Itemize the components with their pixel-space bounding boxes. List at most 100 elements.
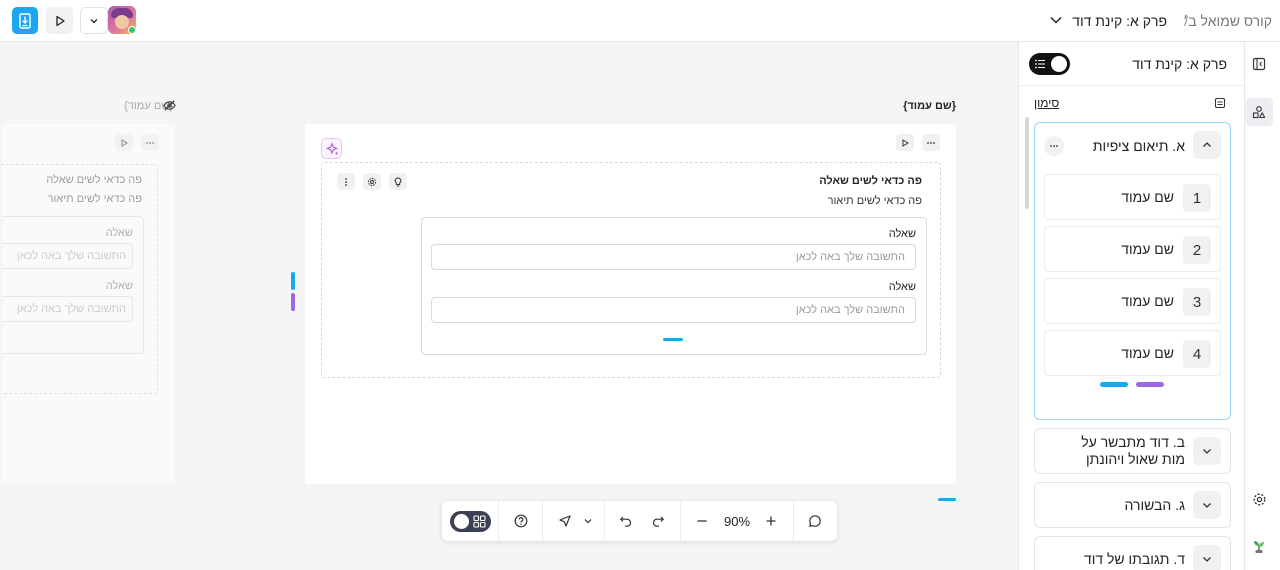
answer-field[interactable]: התשובה שלך באה לכאן: [431, 297, 916, 323]
ghost-question-description: פה כדאי לשים תיאור: [47, 193, 142, 205]
page-card[interactable]: פה כדאי לשים שאלה פה כדאי לשים תיאור שאל…: [305, 124, 956, 484]
view-mode-toggle[interactable]: [450, 511, 491, 532]
pointer-tool-button[interactable]: [550, 501, 580, 541]
section-expand-button[interactable]: [1193, 437, 1221, 465]
ai-assist-button[interactable]: [321, 138, 342, 159]
comment-button[interactable]: [801, 501, 829, 541]
question-box[interactable]: שאלה התשובה שלך באה לכאן שאלה התשובה שלך…: [421, 217, 927, 355]
settings-button[interactable]: [1245, 485, 1273, 513]
zoom-level[interactable]: 90%: [718, 501, 756, 541]
ghost-answer-field: התשובה שלך באה לכאן: [2, 296, 133, 322]
chevron-down-icon[interactable]: [1049, 13, 1063, 27]
toolbar-divider: [680, 501, 681, 541]
pointer-icon: [559, 515, 571, 527]
add-question-handle[interactable]: [663, 338, 683, 341]
page-list-item[interactable]: 4 שם עמוד: [1044, 330, 1221, 376]
plus-icon: [766, 516, 776, 526]
bookmark-icon[interactable]: [1214, 97, 1226, 109]
gear-icon: [367, 177, 377, 186]
section-title[interactable]: א. תיאום ציפיות: [1093, 138, 1185, 154]
plant-button[interactable]: [1245, 532, 1273, 560]
page-resize-handle[interactable]: [938, 498, 956, 501]
breadcrumb-course[interactable]: קורס שמואל ב׳: [1183, 13, 1272, 29]
ghost-play-button[interactable]: [115, 134, 133, 151]
lightbulb-icon: [394, 176, 402, 186]
zoom-value: 90%: [723, 513, 751, 529]
redo-button[interactable]: [644, 501, 672, 541]
ghost-more-button[interactable]: [141, 134, 159, 151]
ghost-question-label: שאלה: [105, 280, 133, 292]
question-title[interactable]: פה כדאי לשים שאלה: [819, 175, 922, 187]
eye-off-icon[interactable]: [163, 99, 176, 112]
gear-icon: [1253, 493, 1265, 505]
outline-view-toggle[interactable]: [1029, 53, 1070, 75]
page-list-item[interactable]: 3 שם עמוד: [1044, 278, 1221, 324]
section-collapse-button[interactable]: [1193, 131, 1221, 159]
section-expand-button[interactable]: [1193, 545, 1221, 570]
section-item-expanded[interactable]: א. תיאום ציפיות 1 שם עמוד 2 שם עמוד 3 שם…: [1034, 122, 1231, 420]
page-name: שם עמוד: [1121, 241, 1174, 257]
shapes-icon: [1252, 106, 1266, 119]
collapse-panel-button[interactable]: [1245, 50, 1273, 78]
play-icon: [121, 138, 128, 147]
hidden-page-preview[interactable]: פה כדאי לשים שאלה פה כדאי לשים תיאור שאל…: [2, 124, 175, 484]
section-expand-button[interactable]: [1193, 491, 1221, 519]
page-number: 3: [1183, 288, 1211, 316]
page-number: 4: [1183, 340, 1211, 368]
help-button[interactable]: [500, 501, 542, 541]
sparkle-icon: [326, 142, 338, 155]
avatar[interactable]: [108, 6, 136, 34]
question-description[interactable]: פה כדאי לשים תיאור: [828, 195, 922, 207]
page-list-item[interactable]: 2 שם עמוד: [1044, 226, 1221, 272]
page-name: שם עמוד: [1121, 345, 1174, 361]
zoom-out-button[interactable]: [688, 501, 716, 541]
scrollbar[interactable]: [1025, 117, 1029, 209]
ghost-answer-field: התשובה שלך באה לכאן: [2, 243, 133, 269]
section-title[interactable]: ג. הבשורה: [1125, 497, 1185, 514]
play-icon: [902, 138, 909, 147]
play-icon: [55, 15, 65, 26]
section-item[interactable]: ב. דוד מתבשר על מות שאול ויהונתן: [1034, 428, 1231, 474]
chevron-down-icon: [1203, 449, 1211, 454]
undo-button[interactable]: [612, 501, 640, 541]
bookmark-link[interactable]: סימון: [1034, 96, 1059, 110]
block-settings-button[interactable]: [363, 173, 381, 190]
section-title[interactable]: ב. דוד מתבשר על מות שאול ויהונתן: [1081, 434, 1185, 468]
toolbar-divider: [498, 501, 499, 541]
breadcrumb-chapter[interactable]: פרק א: קינת דוד: [1072, 13, 1167, 29]
add-activity-handle[interactable]: [1136, 382, 1164, 387]
block-hint-button[interactable]: [389, 173, 407, 190]
ghost-question-label: שאלה: [105, 227, 133, 239]
collapse-panel-icon: [1252, 57, 1266, 71]
more-icon: [927, 141, 935, 144]
section-title[interactable]: ד. תגובתו של דוד: [1084, 551, 1185, 568]
question-block[interactable]: פה כדאי לשים שאלה פה כדאי לשים תיאור שאל…: [321, 162, 941, 378]
more-options-dropdown[interactable]: [80, 7, 108, 34]
document-button[interactable]: [12, 7, 38, 34]
redo-icon: [652, 516, 665, 527]
blue-drag-handle[interactable]: [291, 272, 295, 290]
page-label[interactable]: {שם עמוד}: [903, 100, 956, 112]
add-page-handle[interactable]: [1100, 382, 1128, 387]
purple-drag-handle[interactable]: [291, 293, 295, 311]
page-list-item[interactable]: 1 שם עמוד: [1044, 174, 1221, 220]
preview-play-button[interactable]: [46, 7, 73, 34]
undo-icon: [619, 516, 632, 527]
page-play-button[interactable]: [896, 134, 914, 151]
section-more-button[interactable]: [1044, 136, 1064, 156]
pointer-tool-dropdown[interactable]: [578, 501, 598, 541]
section-item[interactable]: ג. הבשורה: [1034, 482, 1231, 528]
top-bar: פרק א: קינת דוד / קורס שמואל ב׳: [0, 0, 1280, 42]
zoom-in-button[interactable]: [757, 501, 785, 541]
editor-canvas[interactable]: {שם עמוד} {שם עמוד} פה כדאי לשים שאלה פה…: [0, 42, 1018, 570]
page-name: שם עמוד: [1121, 189, 1174, 205]
section-item[interactable]: ד. תגובתו של דוד: [1034, 536, 1231, 570]
block-menu-button[interactable]: [337, 173, 355, 190]
elements-panel-button[interactable]: [1245, 98, 1273, 126]
page-number: 1: [1183, 184, 1211, 212]
question-label[interactable]: שאלה: [889, 228, 916, 240]
question-label[interactable]: שאלה: [889, 281, 916, 293]
answer-field[interactable]: התשובה שלך באה לכאן: [431, 244, 916, 270]
page-more-button[interactable]: [922, 134, 940, 151]
minus-icon: [697, 520, 707, 522]
